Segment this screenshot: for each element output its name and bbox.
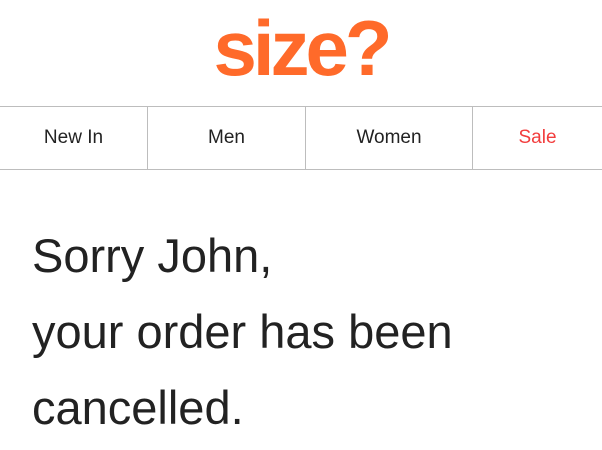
nav-item-men[interactable]: Men: [148, 107, 306, 169]
nav-item-sale[interactable]: Sale: [473, 107, 602, 169]
message-line-body: your order has been: [32, 305, 453, 358]
message-line-greeting: Sorry John,: [32, 229, 273, 282]
message-line-status: cancelled.: [32, 381, 244, 434]
category-nav: New In Men Women Sale: [0, 106, 602, 170]
order-cancelled-message: Sorry John, your order has been cancelle…: [32, 218, 592, 446]
email-header: size?: [0, 0, 602, 106]
nav-item-new-in[interactable]: New In: [0, 107, 148, 169]
nav-item-women[interactable]: Women: [306, 107, 473, 169]
size-logo[interactable]: size?: [0, 2, 602, 94]
